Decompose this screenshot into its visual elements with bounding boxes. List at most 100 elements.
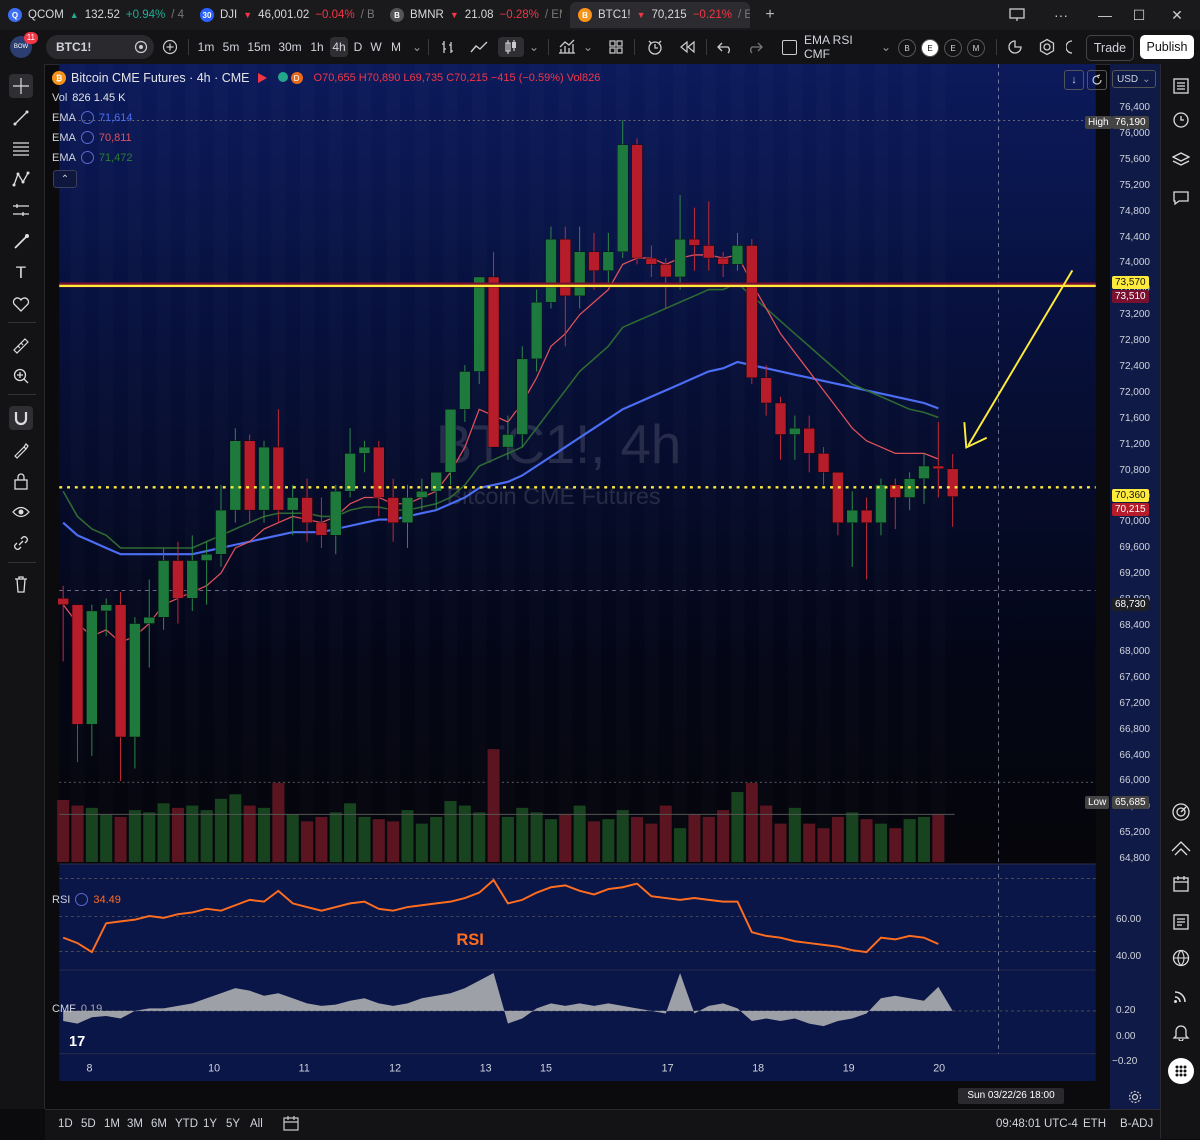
- axis-settings-gear-icon[interactable]: [1126, 1088, 1144, 1106]
- alerts-clock-icon[interactable]: [1169, 108, 1193, 132]
- chat-icon[interactable]: [1169, 186, 1193, 210]
- ema-settings-icon[interactable]: [80, 111, 94, 124]
- event-toggle-e-2[interactable]: E: [944, 39, 962, 57]
- indicators-icon[interactable]: [556, 37, 578, 57]
- cmf-legend[interactable]: CMF 0.19: [52, 1003, 102, 1015]
- chart-settings-brain-icon[interactable]: [1004, 37, 1026, 57]
- crosshair-icon[interactable]: [9, 74, 33, 98]
- layers-icon[interactable]: [1169, 148, 1193, 172]
- flag-icon[interactable]: [257, 73, 267, 83]
- range-3m[interactable]: 3M: [127, 1118, 143, 1130]
- line-chart-icon[interactable]: [468, 37, 490, 57]
- legend-ema-0[interactable]: EMA 71,614: [52, 111, 133, 124]
- visibility-eye-icon[interactable]: [9, 500, 33, 524]
- interval-chevron-down-icon[interactable]: ⌄: [410, 37, 424, 57]
- stay-drawing-icon[interactable]: [9, 438, 33, 462]
- replay-icon[interactable]: [676, 37, 698, 57]
- candles-style-icon[interactable]: [498, 37, 524, 57]
- interval-d[interactable]: D: [352, 37, 364, 57]
- interval-5m[interactable]: 5m: [221, 37, 241, 57]
- avatar[interactable]: BOW 11: [8, 32, 38, 60]
- streams-icon[interactable]: [1169, 984, 1193, 1008]
- browser-tab-qcom[interactable]: QQCOM▲132.52+0.94%/ 4✕: [0, 2, 185, 28]
- symbol-search[interactable]: BTC1!: [46, 35, 154, 59]
- browser-tab-btc1[interactable]: BBTC1!▼70,215−0.21%/ El✕: [570, 2, 750, 28]
- event-toggle-m-3[interactable]: M: [967, 39, 985, 57]
- browser-tab-bmnr[interactable]: BBMNR▼21.08−0.28%/ EMA✕: [382, 2, 562, 28]
- trash-icon[interactable]: [9, 572, 33, 596]
- maximize-icon[interactable]: ☐: [1124, 4, 1154, 26]
- interval-1m[interactable]: 1m: [196, 37, 216, 57]
- range-all[interactable]: All: [250, 1118, 263, 1130]
- refresh-icon[interactable]: [1087, 70, 1107, 90]
- news-icon[interactable]: [1169, 910, 1193, 934]
- compare-symbol-icon[interactable]: [160, 37, 180, 57]
- globe-icon[interactable]: [1169, 946, 1193, 970]
- interval-15m[interactable]: 15m: [247, 37, 271, 57]
- pattern-icon[interactable]: [9, 167, 33, 191]
- rsi-settings-icon[interactable]: [75, 893, 89, 906]
- fib-retracement-icon[interactable]: [9, 136, 33, 160]
- minimize-icon[interactable]: —: [1090, 4, 1120, 26]
- indicators-chevron-down-icon[interactable]: ⌄: [582, 37, 594, 57]
- ema-settings-icon[interactable]: [80, 131, 94, 144]
- watchlist-icon[interactable]: [1169, 74, 1193, 98]
- scroll-down-button[interactable]: ↓: [1064, 70, 1084, 90]
- indicator-template-name[interactable]: EMA RSI CMF: [804, 33, 878, 61]
- template-checkbox[interactable]: [780, 37, 798, 57]
- range-1m[interactable]: 1M: [104, 1118, 120, 1130]
- more-menu-icon[interactable]: ···: [1046, 4, 1076, 26]
- rsi-legend[interactable]: RSI 34.49: [52, 893, 121, 906]
- interval-4h[interactable]: 4h: [330, 37, 348, 57]
- range-ytd[interactable]: YTD: [175, 1118, 198, 1130]
- link-icon[interactable]: [9, 531, 33, 555]
- browser-tab-dji[interactable]: 30DJI▼46,001.02−0.04%/ Bl✕: [192, 2, 375, 28]
- chart-type-chevron-down-icon[interactable]: ⌄: [528, 37, 540, 57]
- fullscreen-icon[interactable]: [1064, 37, 1078, 57]
- event-toggle-e-1[interactable]: E: [921, 39, 939, 57]
- chart-legend-main[interactable]: ₿ Bitcoin CME Futures · 4h · CME D O70,6…: [52, 71, 600, 85]
- calendar-icon[interactable]: [1169, 872, 1193, 896]
- event-toggle-b-0[interactable]: B: [898, 39, 916, 57]
- ruler-icon[interactable]: [9, 334, 33, 358]
- adjustment-toggle[interactable]: B-ADJ: [1120, 1118, 1153, 1130]
- collapse-legend-button[interactable]: ⌃: [53, 170, 77, 188]
- bars-style-icon[interactable]: [438, 37, 458, 57]
- range-6m[interactable]: 6M: [151, 1118, 167, 1130]
- legend-ema-1[interactable]: EMA 70,811: [52, 131, 132, 144]
- apps-grid-icon[interactable]: [1168, 1058, 1194, 1084]
- prediction-icon[interactable]: [9, 198, 33, 222]
- trend-line-icon[interactable]: [9, 106, 33, 130]
- publish-button[interactable]: Publish: [1140, 35, 1194, 59]
- range-1y[interactable]: 1Y: [203, 1118, 217, 1130]
- notifications-bell-icon[interactable]: [1169, 1020, 1193, 1044]
- redo-icon[interactable]: [744, 37, 766, 57]
- magnet-icon[interactable]: [9, 406, 33, 430]
- layouts-grid-icon[interactable]: [606, 37, 626, 57]
- range-1d[interactable]: 1D: [58, 1118, 73, 1130]
- zoom-in-icon[interactable]: [9, 364, 33, 388]
- interval-w[interactable]: W: [369, 37, 383, 57]
- legend-ema-2[interactable]: EMA 71,472: [52, 151, 133, 164]
- undo-icon[interactable]: [714, 37, 736, 57]
- interval-30m[interactable]: 30m: [278, 37, 302, 57]
- clock-display[interactable]: 09:48:01 UTC-4: [996, 1118, 1078, 1130]
- brush-icon[interactable]: [9, 230, 33, 254]
- ema-settings-icon[interactable]: [80, 151, 94, 164]
- range-5y[interactable]: 5Y: [226, 1118, 240, 1130]
- interval-1h[interactable]: 1h: [308, 37, 326, 57]
- lock-icon[interactable]: [9, 469, 33, 493]
- heart-icon[interactable]: [9, 292, 33, 316]
- template-chevron-down-icon[interactable]: ⌄: [880, 37, 892, 57]
- range-5d[interactable]: 5D: [81, 1118, 96, 1130]
- settings-gear-icon[interactable]: [1036, 37, 1058, 57]
- new-tab-button[interactable]: +: [758, 2, 782, 28]
- session-toggle[interactable]: ETH: [1083, 1118, 1106, 1130]
- date-range-calendar-icon[interactable]: [283, 1115, 299, 1134]
- close-window-icon[interactable]: ✕: [1162, 4, 1192, 26]
- legend-volume[interactable]: Vol 826 1.45 K: [52, 92, 126, 104]
- currency-selector[interactable]: USD ⌄: [1112, 70, 1156, 88]
- ideas-icon[interactable]: [1169, 836, 1193, 860]
- target-icon[interactable]: [1169, 800, 1193, 824]
- layout-icon[interactable]: [1002, 4, 1032, 26]
